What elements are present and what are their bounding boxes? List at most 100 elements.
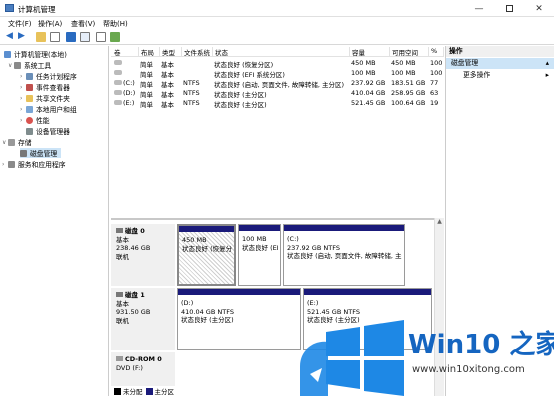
more-actions-label: 更多操作: [463, 71, 491, 79]
more-actions-link[interactable]: 更多操作 ▸: [446, 70, 554, 81]
partition-recovery[interactable]: 450 MB状态良好 (恢复分区): [177, 224, 236, 286]
maximize-button[interactable]: [494, 0, 524, 17]
disk-size: 238.46 GB: [116, 244, 151, 252]
tree-item-label: 事件查看器: [36, 84, 70, 92]
disk-status: 联机: [116, 252, 129, 261]
cell-percent: 100: [430, 59, 443, 67]
partition-bar: [178, 289, 300, 295]
partition-status: 状态良好 (主分区): [181, 316, 234, 324]
partition-d[interactable]: (D:) 410.04 GB NTFS 状态良好 (主分区): [177, 288, 301, 350]
cell-volume: (C:): [123, 79, 135, 87]
unallocated-swatch: [114, 387, 121, 395]
table-row[interactable]: (E:) 简单 基本 NTFS 状态良好 (主分区) 521.45 GB 100.64 GB…: [111, 98, 444, 109]
table-row[interactable]: 简单 基本 状态良好 (EFI 系统分区) 100 MB 100 MB 100: [111, 68, 444, 79]
col-type[interactable]: 类型: [161, 47, 182, 57]
cell-status: 状态良好 (主分区): [214, 101, 267, 109]
cell-filesystem: NTFS: [183, 79, 200, 87]
properties-icon[interactable]: [80, 32, 90, 42]
col-filesystem[interactable]: 文件系统: [183, 47, 213, 57]
partition-title: (D:): [181, 299, 194, 307]
watermark-brand: Win10 之家: [408, 330, 554, 360]
menu-bar: 文件(F) 操作(A) 查看(V) 帮助(H): [0, 17, 554, 30]
tree-system-tools[interactable]: ∨ 系统工具: [8, 60, 51, 70]
disk-info: CD-ROM 0 DVD (F:): [111, 352, 175, 386]
disk-icon: [116, 228, 123, 233]
cell-filesystem: NTFS: [183, 99, 200, 107]
col-percent[interactable]: %: [430, 47, 444, 57]
disk-info: 磁盘 0 基本 238.46 GB 联机: [111, 224, 175, 286]
back-icon[interactable]: ◀: [6, 31, 16, 41]
tree-item-shared-folders[interactable]: › 共享文件夹: [20, 93, 70, 103]
tree-item-label: 任务计划程序: [36, 73, 77, 81]
help-icon[interactable]: [66, 32, 76, 42]
tree-root-label: 计算机管理(本地): [14, 51, 67, 59]
cell-capacity: 521.45 GB: [351, 99, 386, 107]
chevron-right-icon: ▸: [545, 71, 549, 79]
partition-status: 状态良好 (EFI 系统分区): [242, 243, 278, 252]
col-volume[interactable]: 卷: [113, 47, 139, 57]
menu-action[interactable]: 操作(A): [38, 19, 62, 29]
computer-icon: [4, 50, 11, 58]
cell-free-space: 100 MB: [391, 69, 416, 77]
disk-icon[interactable]: [96, 32, 106, 42]
table-row[interactable]: (D:) 简单 基本 NTFS 状态良好 (主分区) 410.04 GB 258.95 GB…: [111, 88, 444, 99]
disk-type: DVD (F:): [116, 363, 143, 372]
tree-services-apps[interactable]: › 服务和应用程序: [2, 159, 66, 169]
tree-item-disk-management[interactable]: 磁盘管理: [20, 148, 62, 158]
menu-view[interactable]: 查看(V): [71, 19, 95, 29]
disk-name: 磁盘 1: [125, 291, 145, 299]
forward-icon[interactable]: ▶: [18, 31, 28, 41]
tree-item-task-scheduler[interactable]: › 任务计划程序: [20, 71, 77, 81]
col-layout[interactable]: 布局: [140, 47, 160, 57]
tree-item-event-viewer[interactable]: › 事件查看器: [20, 82, 70, 92]
primary-swatch: [145, 387, 153, 395]
cdrom-icon: [116, 356, 123, 361]
disk-size: 931.50 GB: [116, 308, 151, 316]
cell-percent: 19: [430, 99, 439, 107]
tree-item-device-manager[interactable]: 设备管理器: [26, 126, 70, 136]
partition-text: (C:) 237.92 GB NTFS 状态良好 (启动, 页面文件, 故障转储, …: [287, 235, 402, 261]
refresh-icon[interactable]: [110, 32, 120, 42]
partition-c[interactable]: (C:) 237.92 GB NTFS 状态良好 (启动, 页面文件, 故障转储, …: [283, 224, 405, 286]
legend-primary: 主分区: [154, 388, 175, 396]
users-icon: [26, 105, 33, 113]
show-hide-tree-icon[interactable]: [50, 32, 60, 42]
tree-item-performance[interactable]: › 性能: [20, 115, 50, 125]
volume-icon: [114, 60, 122, 65]
tree-root[interactable]: 计算机管理(本地): [4, 49, 67, 59]
partition-text: (D:) 410.04 GB NTFS 状态良好 (主分区): [181, 299, 298, 325]
tree-item-label: 磁盘管理: [30, 150, 58, 158]
watermark-logo: Win10 之家 www.win10xitong.com: [300, 304, 554, 396]
cell-percent: 63: [430, 89, 439, 97]
col-status[interactable]: 状态: [214, 47, 350, 57]
tree-item-users-groups[interactable]: › 本地用户和组: [20, 104, 77, 114]
scroll-up-icon[interactable]: ▲: [435, 218, 444, 225]
event-viewer-icon: [26, 83, 33, 91]
disk-icon: [116, 292, 123, 297]
tree-storage[interactable]: ∨ 存储: [2, 137, 32, 147]
partition-size: 410.04 GB NTFS: [181, 307, 234, 316]
col-capacity[interactable]: 容量: [351, 47, 390, 57]
menu-help[interactable]: 帮助(H): [103, 19, 128, 29]
window-title: 计算机管理: [18, 5, 56, 14]
col-free-space[interactable]: 可用空间: [391, 47, 429, 57]
disk-row[interactable]: 磁盘 0 基本 238.46 GB 联机 450 MB状态良好 (恢复分区) 1…: [111, 224, 434, 286]
folder-icon: [26, 94, 33, 102]
tree-item-label: 性能: [36, 117, 50, 125]
cell-volume: (D:): [123, 89, 136, 97]
table-row[interactable]: (C:) 简单 基本 NTFS 状态良好 (启动, 页面文件, 故障转储, 主分区) 23…: [111, 78, 444, 89]
close-button[interactable]: ✕: [524, 0, 554, 17]
minimize-button[interactable]: —: [464, 0, 494, 17]
table-row[interactable]: 简单 基本 状态良好 (恢复分区) 450 MB 450 MB 100: [111, 58, 444, 69]
up-folder-icon[interactable]: [36, 32, 46, 42]
actions-subheader-label: 磁盘管理: [451, 59, 479, 67]
legend-unallocated: 未分配: [123, 388, 143, 396]
menu-file[interactable]: 文件(F): [8, 19, 32, 29]
partition-efi[interactable]: 100 MB状态良好 (EFI 系统分区): [238, 224, 281, 286]
services-icon: [8, 160, 15, 168]
tree-item-label: 本地用户和组: [36, 106, 77, 114]
storage-icon: [8, 138, 15, 146]
actions-disk-management[interactable]: 磁盘管理 ▴: [446, 58, 554, 69]
cell-free-space: 100.64 GB: [391, 99, 426, 107]
watermark-url: www.win10xitong.com: [412, 364, 525, 375]
